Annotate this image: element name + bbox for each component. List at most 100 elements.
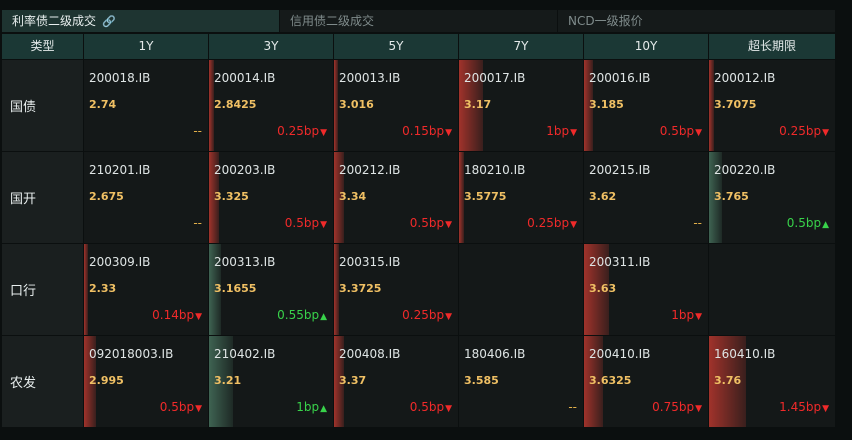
column-header: 7Y bbox=[459, 34, 584, 59]
quote-cell[interactable]: 200013.IB 3.016 0.15bp▼ bbox=[334, 60, 459, 151]
triangle-down-icon: ▼ bbox=[695, 404, 702, 414]
change-intensity-bar bbox=[84, 244, 88, 335]
quote-cell[interactable]: 200016.IB 3.185 0.5bp▼ bbox=[584, 60, 709, 151]
change-intensity-bar bbox=[334, 60, 338, 151]
tab-ncd-primary-quote[interactable]: NCD一级报价 bbox=[558, 10, 836, 32]
yield-change: 0.5bp▲ bbox=[787, 216, 829, 230]
yield-change: 0.25bp▼ bbox=[779, 124, 829, 138]
quote-cell[interactable]: 200220.IB 3.765 0.5bp▲ bbox=[709, 152, 836, 243]
bond-code: 200215.IB bbox=[589, 163, 651, 177]
triangle-down-icon: ▼ bbox=[695, 128, 702, 138]
bond-code: 200016.IB bbox=[589, 71, 651, 85]
triangle-down-icon: ▼ bbox=[195, 312, 202, 322]
yield-change: -- bbox=[693, 216, 702, 230]
yield-change-value: 0.5bp bbox=[284, 216, 320, 230]
yield-change: 1bp▲ bbox=[296, 400, 327, 414]
bond-code: 200203.IB bbox=[214, 163, 276, 177]
quote-cell[interactable]: 200315.IB 3.3725 0.25bp▼ bbox=[334, 244, 459, 335]
quote-cell bbox=[459, 244, 584, 335]
row-type-label: 口行 bbox=[2, 244, 84, 335]
bond-yield: 3.016 bbox=[339, 98, 374, 111]
yield-change: 0.5bp▼ bbox=[285, 216, 327, 230]
yield-change: 0.55bp▲ bbox=[277, 308, 327, 322]
quote-cell[interactable]: 200311.IB 3.63 1bp▼ bbox=[584, 244, 709, 335]
quote-cell[interactable]: 200203.IB 3.325 0.5bp▼ bbox=[209, 152, 334, 243]
bond-code: 200012.IB bbox=[714, 71, 776, 85]
yield-change-value: 0.25bp bbox=[402, 308, 445, 322]
triangle-up-icon: ▲ bbox=[320, 404, 327, 414]
triangle-down-icon: ▼ bbox=[445, 404, 452, 414]
bond-yield: 3.17 bbox=[464, 98, 492, 111]
yield-change: 0.25bp▼ bbox=[402, 308, 452, 322]
quote-cell[interactable]: 200309.IB 2.33 0.14bp▼ bbox=[84, 244, 209, 335]
quote-cell[interactable]: 200408.IB 3.37 0.5bp▼ bbox=[334, 336, 459, 427]
yield-change-value: 0.5bp bbox=[786, 216, 822, 230]
bond-yield: 3.185 bbox=[589, 98, 624, 111]
bond-yield: 2.33 bbox=[89, 282, 117, 295]
bond-yield: 3.325 bbox=[214, 190, 249, 203]
yield-change-value: -- bbox=[693, 216, 702, 230]
bond-yield: 3.21 bbox=[214, 374, 242, 387]
triangle-down-icon: ▼ bbox=[695, 312, 702, 322]
yield-change: 1.45bp▼ bbox=[779, 400, 829, 414]
bond-code: 200315.IB bbox=[339, 255, 401, 269]
bond-yield: 3.76 bbox=[714, 374, 742, 387]
row-type-label: 国开 bbox=[2, 152, 84, 243]
yield-change-value: -- bbox=[193, 216, 202, 230]
quote-table: 类型 1Y 3Y 5Y 7Y 10Y 超长期限 国债 200018.IB 2.74 -- 200014… bbox=[2, 34, 836, 427]
bond-code: 200017.IB bbox=[464, 71, 526, 85]
link-icon[interactable]: 🔗 bbox=[102, 15, 116, 28]
bond-code: 200013.IB bbox=[339, 71, 401, 85]
tab-label: 利率债二级成交 bbox=[12, 14, 97, 28]
yield-change-value: 0.25bp bbox=[779, 124, 822, 138]
yield-change-value: 0.55bp bbox=[277, 308, 320, 322]
yield-change-value: 0.15bp bbox=[402, 124, 445, 138]
quote-cell[interactable]: 200313.IB 3.1655 0.55bp▲ bbox=[209, 244, 334, 335]
bond-code: 200309.IB bbox=[89, 255, 151, 269]
quote-cell[interactable]: 160410.IB 3.76 1.45bp▼ bbox=[709, 336, 836, 427]
yield-change-value: 0.75bp bbox=[652, 400, 695, 414]
yield-change-value: 1bp bbox=[671, 308, 695, 322]
bond-yield: 2.74 bbox=[89, 98, 117, 111]
column-header: 5Y bbox=[334, 34, 459, 59]
yield-change: -- bbox=[568, 400, 577, 414]
quote-cell[interactable]: 200017.IB 3.17 1bp▼ bbox=[459, 60, 584, 151]
yield-change-value: 1bp bbox=[296, 400, 320, 414]
quote-cell[interactable]: 200018.IB 2.74 -- bbox=[84, 60, 209, 151]
triangle-down-icon: ▼ bbox=[445, 128, 452, 138]
quote-cell[interactable]: 200215.IB 3.62 -- bbox=[584, 152, 709, 243]
bond-code: 200212.IB bbox=[339, 163, 401, 177]
bond-yield: 3.1655 bbox=[214, 282, 257, 295]
quote-cell[interactable]: 210201.IB 2.675 -- bbox=[84, 152, 209, 243]
bond-yield: 2.675 bbox=[89, 190, 124, 203]
tab-label: NCD一级报价 bbox=[568, 14, 643, 28]
bond-yield: 3.62 bbox=[589, 190, 617, 203]
column-header-type: 类型 bbox=[2, 34, 84, 59]
tab-credit-bond-secondary[interactable]: 信用债二级成交 bbox=[280, 10, 558, 32]
quote-cell[interactable]: 200012.IB 3.7075 0.25bp▼ bbox=[709, 60, 836, 151]
column-header: 超长期限 bbox=[709, 34, 836, 59]
quote-cell bbox=[709, 244, 836, 335]
bond-yield: 3.6325 bbox=[589, 374, 632, 387]
triangle-down-icon: ▼ bbox=[320, 128, 327, 138]
yield-change: 0.14bp▼ bbox=[152, 308, 202, 322]
quote-cell[interactable]: 180406.IB 3.585 -- bbox=[459, 336, 584, 427]
tab-rate-bond-secondary[interactable]: 利率债二级成交 🔗 bbox=[2, 10, 280, 32]
yield-change: 0.5bp▼ bbox=[410, 216, 452, 230]
yield-change: 0.5bp▼ bbox=[660, 124, 702, 138]
bond-code: 200311.IB bbox=[589, 255, 651, 269]
triangle-down-icon: ▼ bbox=[570, 128, 577, 138]
column-header: 1Y bbox=[84, 34, 209, 59]
quote-cell[interactable]: 180210.IB 3.5775 0.25bp▼ bbox=[459, 152, 584, 243]
bond-code: 210201.IB bbox=[89, 163, 151, 177]
yield-change: -- bbox=[193, 216, 202, 230]
quote-cell[interactable]: 200212.IB 3.34 0.5bp▼ bbox=[334, 152, 459, 243]
quote-cell[interactable]: 200410.IB 3.6325 0.75bp▼ bbox=[584, 336, 709, 427]
bond-code: 200313.IB bbox=[214, 255, 276, 269]
quote-cell[interactable]: 092018003.IB 2.995 0.5bp▼ bbox=[84, 336, 209, 427]
column-header: 3Y bbox=[209, 34, 334, 59]
bond-code: 180406.IB bbox=[464, 347, 526, 361]
quote-cell[interactable]: 210402.IB 3.21 1bp▲ bbox=[209, 336, 334, 427]
yield-change: 0.75bp▼ bbox=[652, 400, 702, 414]
quote-cell[interactable]: 200014.IB 2.8425 0.25bp▼ bbox=[209, 60, 334, 151]
